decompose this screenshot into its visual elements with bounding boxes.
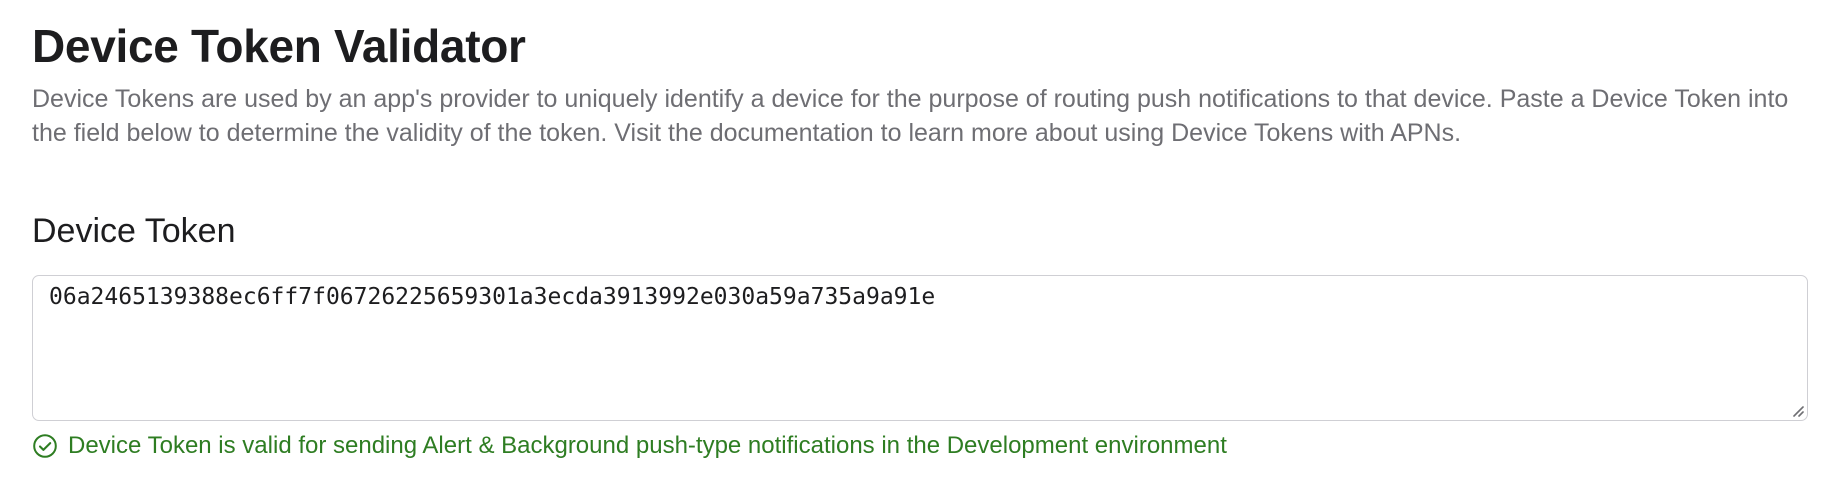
device-token-field-container[interactable]: 06a2465139388ec6ff7f06726225659301a3ecda… [32, 275, 1808, 421]
page-description: Device Tokens are used by an app's provi… [32, 85, 1789, 147]
device-token-validator-page: Device Token Validator Device Tokens are… [0, 0, 1832, 480]
resize-grip-icon[interactable] [1790, 403, 1804, 417]
page-title: Device Token Validator [32, 20, 526, 72]
validation-status-message: Device Token is valid for sending Alert … [68, 432, 1227, 459]
validation-status: Device Token is valid for sending Alert … [32, 430, 1227, 462]
device-token-section-title: Device Token [32, 212, 236, 250]
check-circle-icon [33, 434, 57, 458]
device-token-input[interactable]: 06a2465139388ec6ff7f06726225659301a3ecda… [33, 276, 1807, 420]
